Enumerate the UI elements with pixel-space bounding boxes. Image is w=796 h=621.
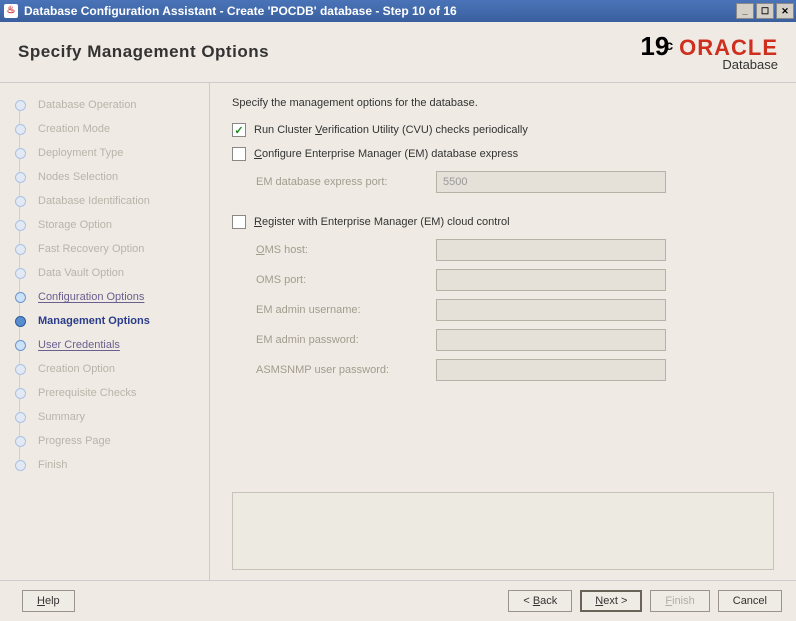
em-admin-username-label: EM admin username: xyxy=(256,304,436,316)
brand-oracle: ORACLE xyxy=(679,36,778,60)
oms-host-label: OMS host: xyxy=(256,244,436,256)
window-titlebar: ♨ Database Configuration Assistant - Cre… xyxy=(0,0,796,22)
step-progress-page[interactable]: Progress Page xyxy=(14,429,203,453)
em-cloud-label: Register with Enterprise Manager (EM) cl… xyxy=(254,216,510,228)
message-area xyxy=(232,492,774,570)
em-admin-username-input[interactable] xyxy=(436,299,666,321)
header: Specify Management Options 19c ORACLE Da… xyxy=(0,22,796,82)
maximize-button[interactable]: ☐ xyxy=(756,3,774,19)
close-button[interactable]: ✕ xyxy=(776,3,794,19)
page-title: Specify Management Options xyxy=(18,42,269,62)
em-cloud-checkbox[interactable] xyxy=(232,215,246,229)
next-button[interactable]: Next > xyxy=(580,590,642,612)
step-storage-option[interactable]: Storage Option xyxy=(14,213,203,237)
em-express-row: Configure Enterprise Manager (EM) databa… xyxy=(232,147,774,161)
body: Database Operation Creation Mode Deploym… xyxy=(0,82,796,580)
help-button[interactable]: Help xyxy=(22,590,75,612)
em-cloud-group: OMS host: OMS port: EM admin username: E… xyxy=(256,239,774,389)
oms-port-input[interactable] xyxy=(436,269,666,291)
sidebar: Database Operation Creation Mode Deploym… xyxy=(0,83,210,580)
step-database-identification[interactable]: Database Identification xyxy=(14,189,203,213)
em-express-checkbox[interactable] xyxy=(232,147,246,161)
step-user-credentials[interactable]: User Credentials xyxy=(14,333,203,357)
java-icon: ♨ xyxy=(4,4,18,18)
instruction-text: Specify the management options for the d… xyxy=(232,97,774,109)
step-management-options[interactable]: Management Options xyxy=(14,309,203,333)
em-port-input[interactable] xyxy=(436,171,666,193)
step-creation-option[interactable]: Creation Option xyxy=(14,357,203,381)
step-summary[interactable]: Summary xyxy=(14,405,203,429)
step-data-vault-option[interactable]: Data Vault Option xyxy=(14,261,203,285)
window-title: Database Configuration Assistant - Creat… xyxy=(24,4,457,18)
em-express-group: EM database express port: xyxy=(256,171,774,201)
oms-host-input[interactable] xyxy=(436,239,666,261)
step-database-operation[interactable]: Database Operation xyxy=(14,93,203,117)
step-nodes-selection[interactable]: Nodes Selection xyxy=(14,165,203,189)
cvu-checkbox[interactable] xyxy=(232,123,246,137)
step-configuration-options[interactable]: Configuration Options xyxy=(14,285,203,309)
step-creation-mode[interactable]: Creation Mode xyxy=(14,117,203,141)
asmsnmp-password-label: ASMSNMP user password: xyxy=(256,364,436,376)
oms-port-label: OMS port: xyxy=(256,274,436,286)
finish-button[interactable]: Finish xyxy=(650,590,709,612)
step-deployment-type[interactable]: Deployment Type xyxy=(14,141,203,165)
oracle-brand: 19c ORACLE Database xyxy=(640,32,778,73)
step-list: Database Operation Creation Mode Deploym… xyxy=(14,93,203,477)
em-admin-password-input[interactable] xyxy=(436,329,666,351)
footer: Help < Back Next > Finish Cancel xyxy=(0,580,796,621)
em-cloud-row: Register with Enterprise Manager (EM) cl… xyxy=(232,215,774,229)
em-admin-password-label: EM admin password: xyxy=(256,334,436,346)
back-button[interactable]: < Back xyxy=(508,590,572,612)
cancel-button[interactable]: Cancel xyxy=(718,590,782,612)
cvu-label: Run Cluster Verification Utility (CVU) c… xyxy=(254,124,528,136)
step-prerequisite-checks[interactable]: Prerequisite Checks xyxy=(14,381,203,405)
asmsnmp-password-input[interactable] xyxy=(436,359,666,381)
minimize-button[interactable]: _ xyxy=(736,3,754,19)
step-fast-recovery-option[interactable]: Fast Recovery Option xyxy=(14,237,203,261)
step-finish[interactable]: Finish xyxy=(14,453,203,477)
brand-c: c xyxy=(665,37,673,53)
em-express-label: Configure Enterprise Manager (EM) databa… xyxy=(254,148,518,160)
cvu-row: Run Cluster Verification Utility (CVU) c… xyxy=(232,123,774,137)
main-panel: Specify the management options for the d… xyxy=(210,83,796,580)
em-port-label: EM database express port: xyxy=(256,176,436,188)
